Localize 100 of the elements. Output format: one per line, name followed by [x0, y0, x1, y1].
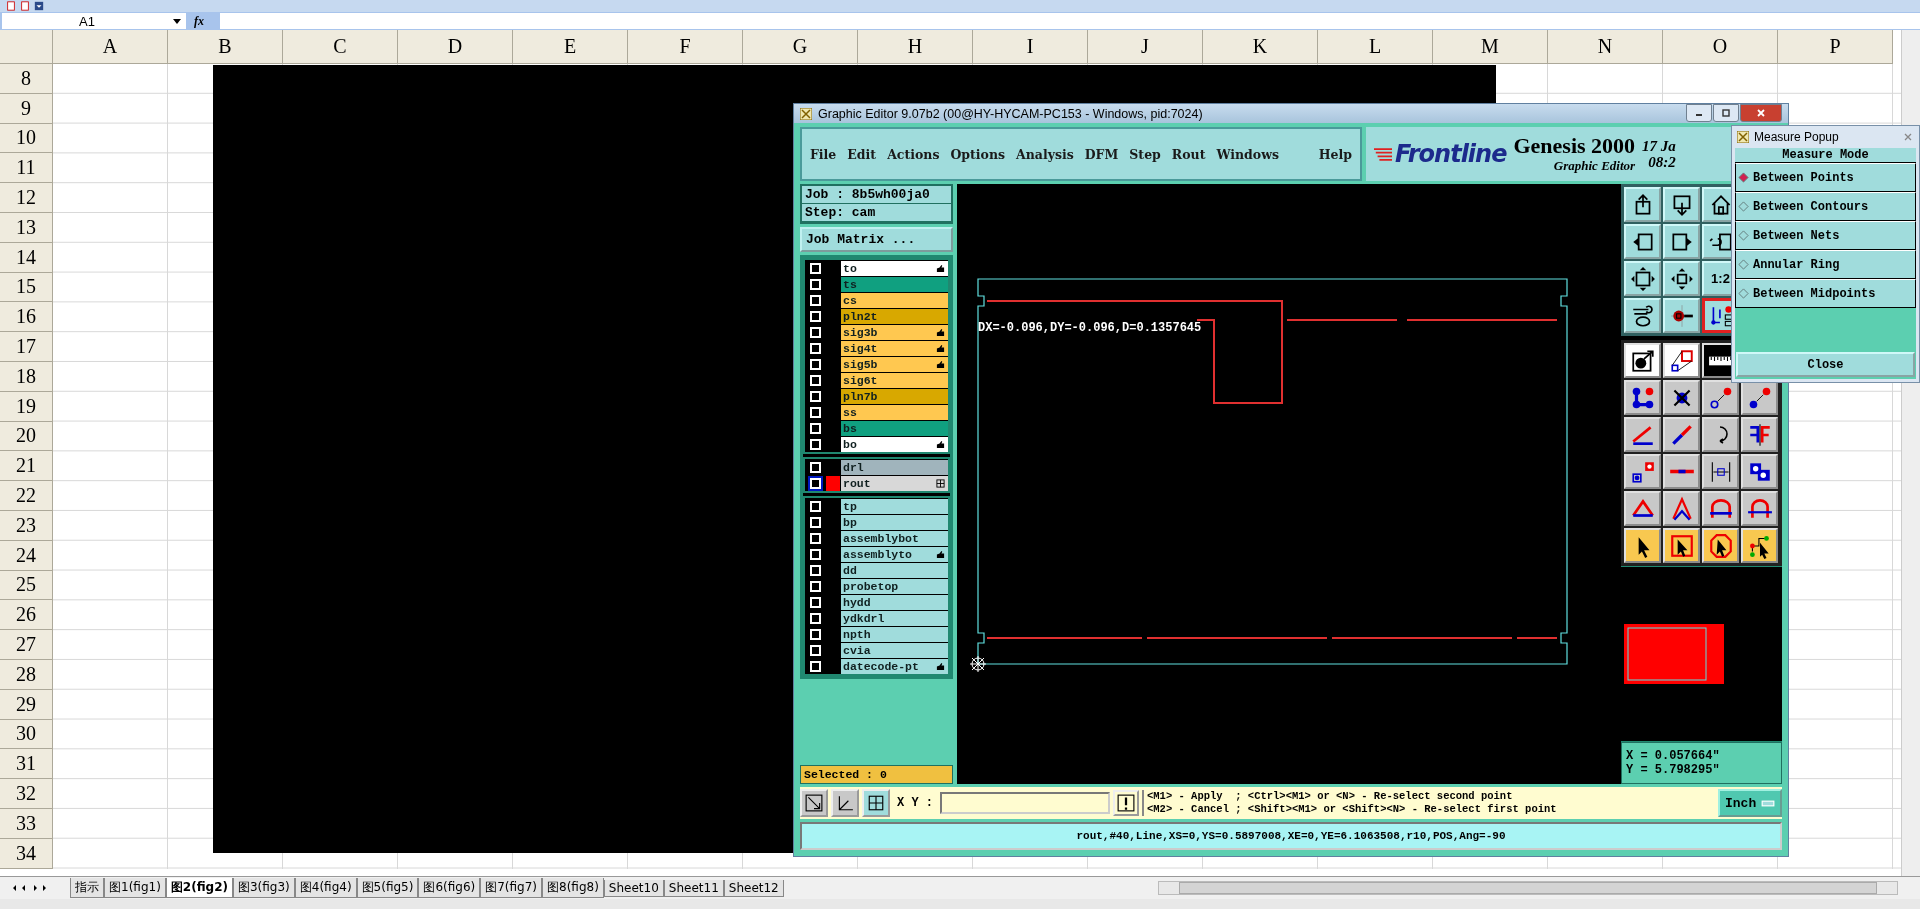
row-header[interactable]: 8 [0, 64, 53, 94]
layer-checkbox[interactable] [810, 326, 821, 338]
layer-name[interactable]: sig4t [841, 340, 948, 356]
horizontal-scrollbar[interactable] [1158, 881, 1898, 895]
sheet-tab[interactable]: 图3(fig3) [232, 878, 295, 898]
column-header[interactable]: M [1433, 30, 1548, 64]
row-header[interactable]: 26 [0, 600, 53, 631]
row-header[interactable]: 24 [0, 540, 53, 571]
layer-checkbox[interactable] [810, 358, 821, 370]
sheet-tab[interactable]: 图2(fig2) [165, 878, 233, 898]
layer-name[interactable]: probetop [841, 578, 948, 594]
row-header[interactable]: 34 [0, 838, 53, 869]
sheet-tab[interactable]: 图4(fig4) [294, 878, 357, 898]
row-header[interactable]: 19 [0, 391, 53, 422]
row-header[interactable]: 21 [0, 451, 53, 482]
sheet-tab[interactable]: 图8(fig8) [542, 878, 604, 898]
layer-checkbox[interactable] [810, 374, 821, 386]
layer-name[interactable]: rout [841, 475, 948, 491]
sheet-tab[interactable]: 指示 [70, 878, 104, 898]
layer-name[interactable]: sig5b [841, 356, 948, 372]
layer-checkbox[interactable] [810, 294, 821, 306]
column-header[interactable]: N [1548, 30, 1663, 64]
layer-name[interactable]: pln2t [841, 308, 948, 324]
row-header[interactable]: 25 [0, 570, 53, 601]
layer-checkbox[interactable] [810, 596, 821, 608]
dropdown-icon[interactable] [172, 16, 182, 26]
close-icon[interactable] [1903, 132, 1913, 142]
row-header[interactable]: 18 [0, 361, 53, 392]
layer-name[interactable]: cs [841, 292, 948, 308]
layer-checkbox[interactable] [810, 612, 821, 624]
layer-name[interactable]: sig3b [841, 324, 948, 340]
measure-mode-option[interactable]: Between Points [1735, 163, 1916, 192]
column-header[interactable]: C [283, 30, 398, 64]
column-header[interactable]: E [513, 30, 628, 64]
layer-checkbox[interactable] [810, 262, 821, 274]
layer-name[interactable]: sig6t [841, 372, 948, 388]
column-header[interactable]: D [398, 30, 513, 64]
layer-checkbox[interactable] [810, 628, 821, 640]
column-header[interactable]: P [1778, 30, 1893, 64]
column-header[interactable]: J [1088, 30, 1203, 64]
menu-item[interactable]: Options [950, 146, 1006, 162]
layer-checkbox[interactable] [810, 422, 821, 434]
column-header[interactable]: B [168, 30, 283, 64]
layer-checkbox[interactable] [810, 532, 821, 544]
layer-checkbox[interactable] [810, 406, 821, 418]
column-header[interactable]: H [858, 30, 973, 64]
layer-name[interactable]: tp [841, 498, 948, 514]
layer-checkbox[interactable] [810, 461, 821, 473]
menu-item[interactable]: Windows [1216, 146, 1279, 162]
menu-item[interactable]: Rout [1171, 146, 1206, 162]
menu-item[interactable]: DFM [1084, 146, 1119, 162]
layer-checkbox[interactable] [810, 438, 821, 450]
alert-button[interactable] [1113, 790, 1139, 816]
layer-checkbox[interactable] [810, 278, 821, 290]
row-header[interactable]: 16 [0, 302, 53, 333]
layer-name[interactable]: bs [841, 420, 948, 436]
column-header[interactable]: F [628, 30, 743, 64]
layer-checkbox[interactable] [810, 310, 821, 322]
unit-option-button[interactable]: Inch [1718, 789, 1782, 817]
measure-mode-option[interactable]: Annular Ring [1735, 250, 1916, 279]
column-header[interactable]: L [1318, 30, 1433, 64]
layer-name[interactable]: assemblyto [841, 546, 948, 562]
measure-mode-option[interactable]: Between Nets [1735, 221, 1916, 250]
row-header[interactable]: 13 [0, 213, 53, 243]
row-header[interactable]: 14 [0, 242, 53, 273]
layer-checkbox[interactable] [810, 500, 821, 512]
layer-checkbox[interactable] [810, 644, 821, 656]
layer-name[interactable]: drl [841, 459, 948, 475]
layer-checkbox[interactable] [810, 390, 821, 402]
formula-input[interactable] [220, 13, 1920, 29]
column-header[interactable]: A [53, 30, 168, 64]
column-header[interactable]: G [743, 30, 858, 64]
layer-name[interactable]: assemblybot [841, 530, 948, 546]
sheet-tab[interactable]: Sheet12 [723, 879, 784, 897]
layer-name[interactable]: npth [841, 626, 948, 642]
row-header[interactable]: 15 [0, 272, 53, 303]
menu-item[interactable]: Analysis [1016, 146, 1074, 162]
layer-name[interactable]: pln7b [841, 388, 948, 404]
sheet-tab[interactable]: Sheet10 [603, 879, 664, 897]
layer-name[interactable]: cvia [841, 642, 948, 658]
layer-name[interactable]: bp [841, 514, 948, 530]
layer-checkbox[interactable] [810, 477, 821, 489]
layer-name[interactable]: datecode-pt [841, 658, 948, 674]
column-header[interactable]: O [1663, 30, 1778, 64]
function-label[interactable]: fx [194, 13, 220, 29]
close-button[interactable]: Close [1736, 352, 1915, 377]
xy-input-field[interactable] [940, 792, 1110, 814]
row-header[interactable]: 28 [0, 659, 53, 690]
row-header[interactable]: 11 [0, 153, 53, 184]
layer-checkbox[interactable] [810, 548, 821, 560]
row-header[interactable]: 12 [0, 183, 53, 213]
sheet-tab[interactable]: 图5(fig5) [356, 878, 419, 898]
layer-checkbox[interactable] [810, 516, 821, 528]
maximize-button[interactable] [1713, 104, 1739, 122]
menu-item[interactable]: Help [1318, 146, 1352, 162]
name-box[interactable]: A1 [2, 13, 186, 29]
menu-item[interactable]: File [810, 146, 837, 162]
sheet-tab[interactable]: 图7(fig7) [480, 878, 543, 898]
layer-name[interactable]: ts [841, 276, 948, 292]
layer-name[interactable]: to [841, 260, 948, 276]
